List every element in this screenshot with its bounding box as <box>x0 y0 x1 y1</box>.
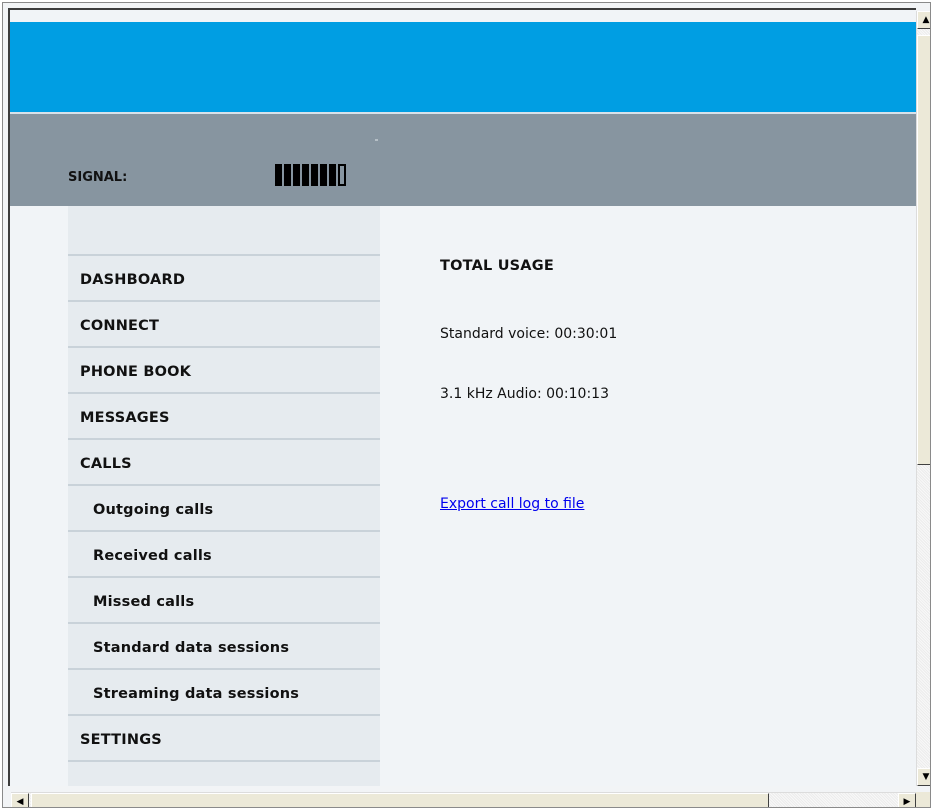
decorative-tick <box>375 139 378 141</box>
signal-status-bar: SIGNAL: <box>10 114 916 206</box>
scroll-down-button[interactable]: ▼ <box>917 768 930 786</box>
signal-segment-filled <box>275 164 282 186</box>
total-usage-heading: TOTAL USAGE <box>440 258 554 274</box>
horizontal-scroll-thumb[interactable] <box>31 793 769 807</box>
signal-segment-filled <box>311 164 318 186</box>
down-arrow-icon: ▼ <box>922 771 930 782</box>
sidebar-item-label: Streaming data sessions <box>93 686 300 702</box>
sidebar-item-missed-calls[interactable]: Missed calls <box>68 578 380 624</box>
header-banner <box>10 22 916 112</box>
horizontal-scrollbar[interactable]: ◀ ▶ <box>11 792 916 807</box>
browser-viewport: SIGNAL: DASHBOARD CONNECT PHONE BOOK MESSAG… <box>2 2 931 808</box>
sidebar-item-label: CALLS <box>80 456 132 472</box>
scrollbar-corner <box>916 792 930 807</box>
sidebar-item-calls[interactable]: CALLS <box>68 440 380 486</box>
sidebar-item-label: MESSAGES <box>80 410 170 426</box>
up-arrow-icon: ▲ <box>922 14 930 25</box>
sidebar-item-phone-book[interactable]: PHONE BOOK <box>68 348 380 394</box>
sidebar-item-messages[interactable]: MESSAGES <box>68 394 380 440</box>
sidebar-item-settings[interactable]: SETTINGS <box>68 716 380 762</box>
sidebar-item-standard-data-sessions[interactable]: Standard data sessions <box>68 624 380 670</box>
signal-segment-filled <box>302 164 309 186</box>
sidebar-item-label: Standard data sessions <box>93 640 290 656</box>
sidebar-item-label: Outgoing calls <box>93 502 214 518</box>
sidebar-item-outgoing-calls[interactable]: Outgoing calls <box>68 486 380 532</box>
sidebar-item-connect[interactable]: CONNECT <box>68 302 380 348</box>
sidebar-item-label: PHONE BOOK <box>80 364 192 380</box>
vertical-scroll-thumb[interactable] <box>917 35 930 465</box>
signal-segment-filled <box>284 164 291 186</box>
scroll-up-button[interactable]: ▲ <box>917 11 930 29</box>
signal-segment-filled <box>293 164 300 186</box>
sidebar-item-streaming-data-sessions[interactable]: Streaming data sessions <box>68 670 380 716</box>
signal-strength-meter <box>275 164 346 186</box>
sidebar-item-received-calls[interactable]: Received calls <box>68 532 380 578</box>
sidebar-nav: DASHBOARD CONNECT PHONE BOOK MESSAGES CALLS O… <box>68 206 380 786</box>
vertical-scrollbar[interactable]: ▲ ▼ <box>916 11 930 786</box>
right-arrow-icon: ▶ <box>903 796 911 807</box>
sidebar-item-label: Received calls <box>93 548 212 564</box>
scroll-left-button[interactable]: ◀ <box>11 793 29 807</box>
sidebar-item-label: SETTINGS <box>80 732 162 748</box>
sidebar-item-label: Missed calls <box>93 594 195 610</box>
sidebar-item-label: CONNECT <box>80 318 160 334</box>
export-call-log-link[interactable]: Export call log to file <box>440 496 584 512</box>
signal-label: SIGNAL: <box>68 170 128 185</box>
standard-voice-usage: Standard voice: 00:30:01 <box>440 326 618 342</box>
page-frame: SIGNAL: DASHBOARD CONNECT PHONE BOOK MESSAG… <box>8 8 916 786</box>
audio-usage: 3.1 kHz Audio: 00:10:13 <box>440 386 609 402</box>
signal-segment-filled <box>320 164 327 186</box>
scroll-right-button[interactable]: ▶ <box>898 793 916 807</box>
sidebar-item-dashboard[interactable]: DASHBOARD <box>68 256 380 302</box>
sidebar-item-label: DASHBOARD <box>80 272 186 288</box>
signal-segment-empty <box>338 164 346 186</box>
left-arrow-icon: ◀ <box>16 796 24 807</box>
signal-segment-filled <box>329 164 336 186</box>
sidebar-top-spacer <box>68 206 380 256</box>
